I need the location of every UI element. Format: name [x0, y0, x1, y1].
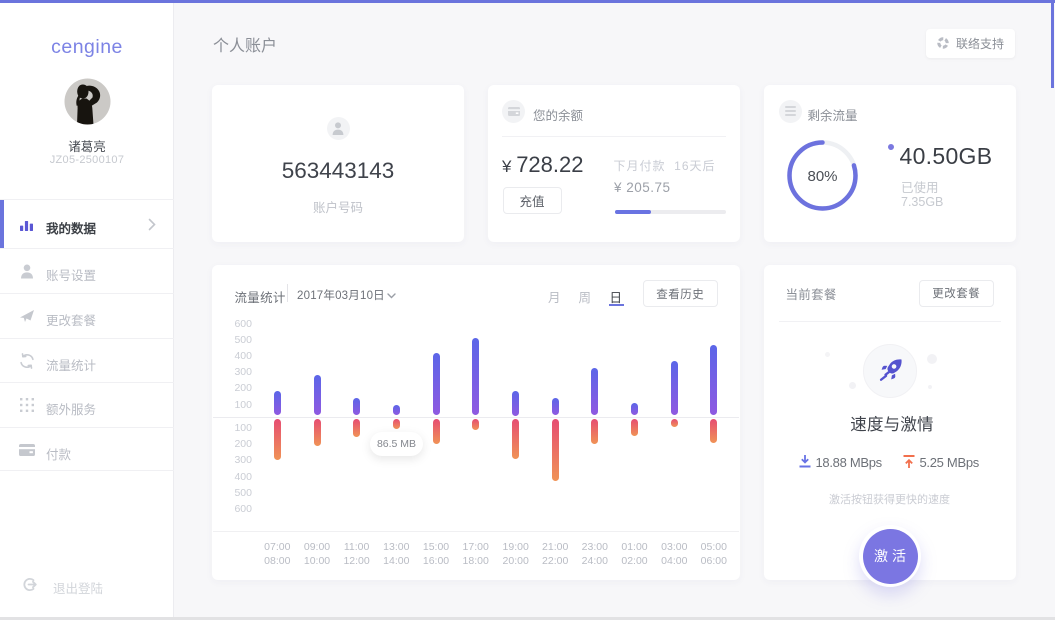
- svg-text:80%: 80%: [807, 168, 837, 185]
